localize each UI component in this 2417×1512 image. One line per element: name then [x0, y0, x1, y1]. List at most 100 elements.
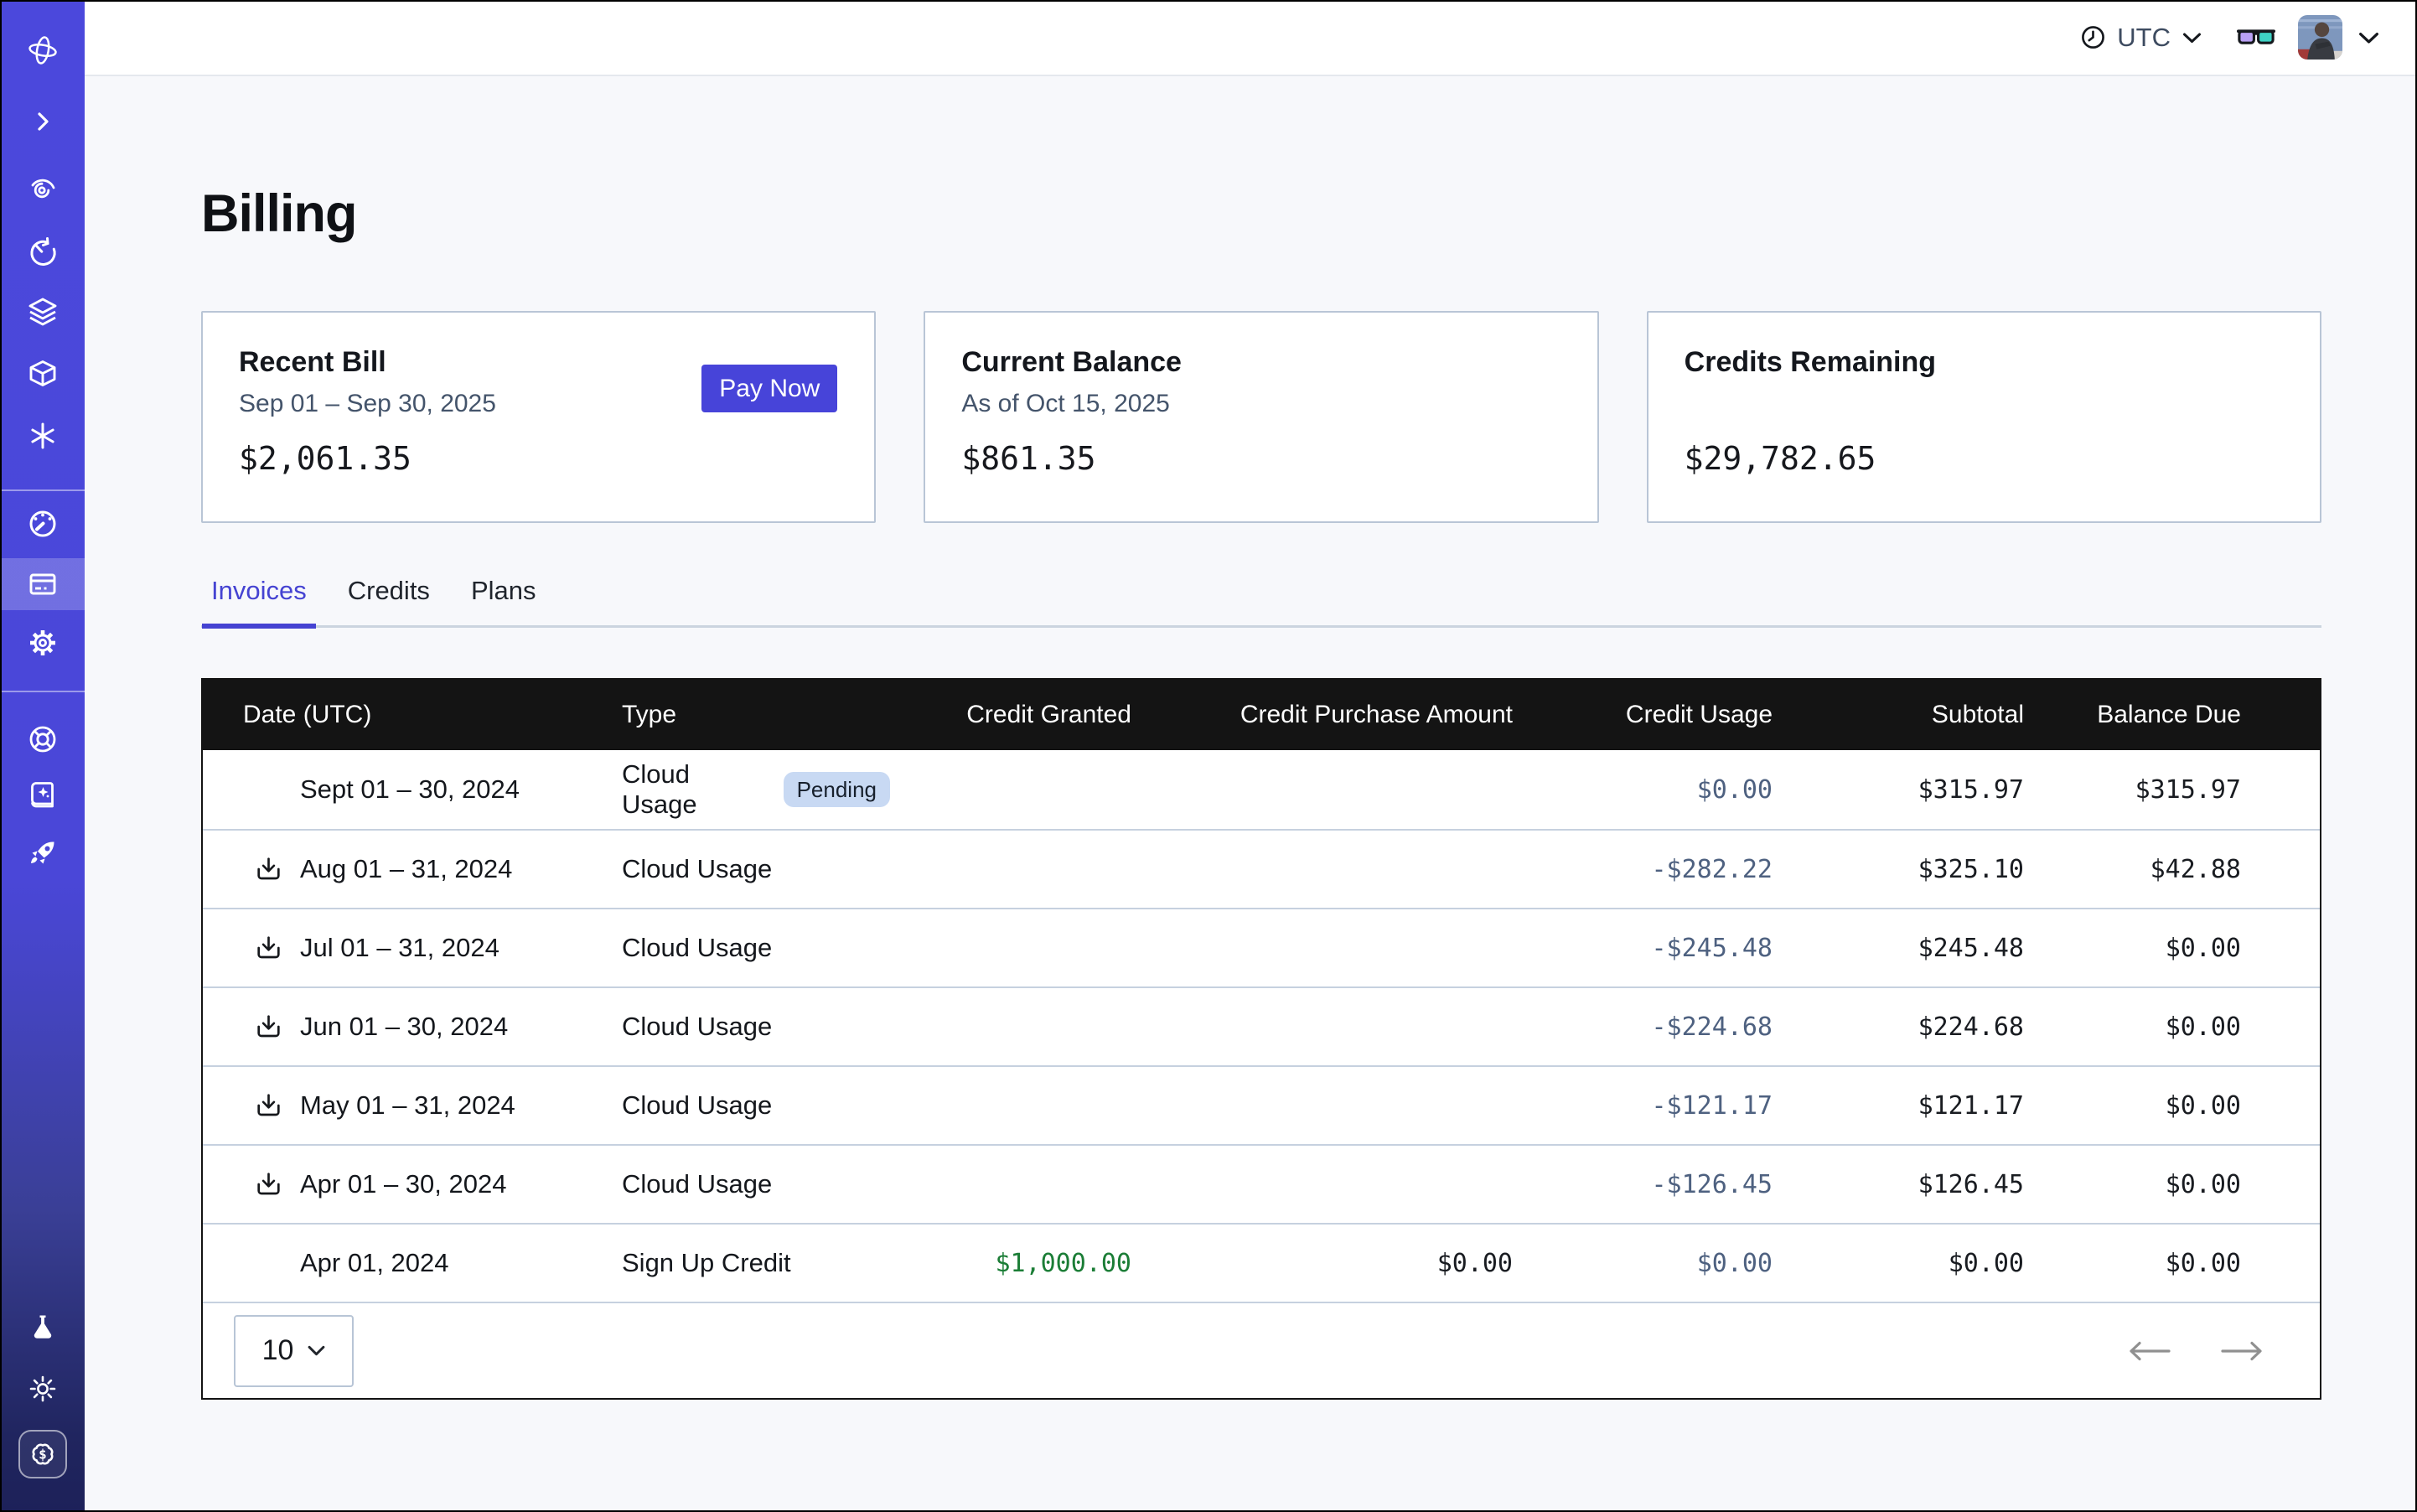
clock-icon — [2080, 24, 2106, 50]
insights-icon[interactable] — [0, 170, 85, 207]
invoice-date: Apr 01, 2024 — [300, 1248, 449, 1278]
balance-due-value: $315.97 — [2024, 775, 2241, 805]
recent-bill-amount: $2,061.35 — [239, 440, 838, 477]
column-header-credit-granted: Credit Granted — [890, 701, 1131, 729]
subtotal-value: $126.45 — [1773, 1170, 2024, 1199]
invoice-type: Cloud Usage — [622, 1169, 772, 1199]
billing-nav-icon[interactable] — [0, 566, 85, 603]
rocket-icon[interactable] — [0, 835, 85, 872]
support-lifebuoy-icon[interactable] — [0, 721, 85, 758]
credit-usage-value: -$126.45 — [1513, 1170, 1773, 1199]
credit-usage-value: -$245.48 — [1513, 934, 1773, 963]
credit-granted-value: $1,000.00 — [890, 1249, 1131, 1278]
billing-tabs: Invoices Credits Plans — [201, 576, 2321, 628]
settings-gear-icon[interactable] — [0, 624, 85, 661]
theme-sun-icon[interactable] — [0, 1370, 85, 1407]
page-size-select[interactable]: 10 — [234, 1315, 354, 1387]
sidebar-divider — [0, 489, 85, 491]
timezone-label: UTC — [2117, 23, 2171, 53]
invoice-date: Sept 01 – 30, 2024 — [300, 774, 520, 805]
credit-purchase-value: $0.00 — [1131, 1249, 1513, 1278]
sidebar-divider — [0, 691, 85, 692]
card-title: Credits Remaining — [1685, 346, 2284, 379]
download-invoice-icon[interactable] — [253, 1090, 284, 1121]
invoice-row: Sept 01 – 30, 2024 Cloud Usage Pending $… — [203, 750, 2320, 829]
tab-plans[interactable]: Plans — [471, 576, 536, 625]
download-slot — [253, 1090, 300, 1121]
invoice-row: Apr 01 – 30, 2024 Cloud Usage -$126.45 $… — [203, 1144, 2320, 1223]
user-avatar[interactable] — [2298, 15, 2342, 60]
labs-flask-icon[interactable] — [0, 1310, 85, 1347]
timezone-selector[interactable]: UTC — [2080, 23, 2202, 53]
invoice-row: May 01 – 31, 2024 Cloud Usage -$121.17 $… — [203, 1065, 2320, 1144]
column-header-credit-usage: Credit Usage — [1513, 701, 1773, 729]
download-invoice-icon[interactable] — [253, 1169, 284, 1200]
download-slot — [253, 854, 300, 885]
invoice-row: Apr 01, 2024 Sign Up Credit $1,000.00 $0… — [203, 1223, 2320, 1302]
subtotal-value: $121.17 — [1773, 1091, 2024, 1121]
previous-page-button[interactable] — [2125, 1339, 2174, 1364]
asterisk-icon[interactable] — [0, 417, 85, 454]
download-slot — [253, 1169, 300, 1200]
column-header-balance-due: Balance Due — [2024, 701, 2241, 729]
balance-due-value: $0.00 — [2024, 1012, 2241, 1042]
subtotal-value: $325.10 — [1773, 855, 2024, 884]
status-badge: Pending — [784, 772, 890, 807]
recent-bill-card: Recent Bill Sep 01 – Sep 30, 2025 $2,061… — [201, 311, 876, 523]
credits-remaining-amount: $29,782.65 — [1685, 440, 2284, 477]
table-footer: 10 — [203, 1302, 2320, 1398]
current-balance-card: Current Balance As of Oct 15, 2025 $861.… — [924, 311, 1598, 523]
tab-invoices[interactable]: Invoices — [211, 576, 307, 625]
invoice-type: Cloud Usage — [622, 1012, 772, 1042]
column-header-date: Date (UTC) — [203, 701, 580, 729]
invoice-date: Aug 01 – 31, 2024 — [300, 854, 512, 884]
balance-due-value: $0.00 — [2024, 1170, 2241, 1199]
invoices-table: Date (UTC) Type Credit Granted Credit Pu… — [201, 678, 2321, 1400]
column-header-type: Type — [580, 701, 890, 729]
invoice-row: Jul 01 – 31, 2024 Cloud Usage -$245.48 $… — [203, 908, 2320, 986]
reader-glasses-icon[interactable] — [2236, 23, 2276, 51]
page-title: Billing — [201, 184, 356, 244]
download-slot — [253, 933, 300, 964]
main-content: Billing Recent Bill Sep 01 – Sep 30, 202… — [85, 76, 2417, 1512]
invoice-date: May 01 – 31, 2024 — [300, 1090, 515, 1121]
subtotal-value: $245.48 — [1773, 934, 2024, 963]
chevron-down-icon — [2182, 28, 2202, 47]
balance-due-value: $0.00 — [2024, 1249, 2241, 1278]
next-page-button[interactable] — [2218, 1339, 2266, 1364]
card-title: Current Balance — [961, 346, 1560, 379]
invoice-type: Cloud Usage — [622, 933, 772, 963]
download-invoice-icon[interactable] — [253, 933, 284, 964]
card-subtitle — [1685, 390, 2284, 419]
invoice-type: Cloud Usage — [622, 759, 769, 820]
invoice-date: Jun 01 – 30, 2024 — [300, 1012, 508, 1042]
balance-due-value: $42.88 — [2024, 855, 2241, 884]
table-header: Date (UTC) Type Credit Granted Credit Pu… — [203, 680, 2320, 750]
usage-gauge-icon[interactable] — [0, 505, 85, 542]
expand-sidebar-icon[interactable] — [0, 103, 85, 140]
credit-usage-value: $0.00 — [1513, 1249, 1773, 1278]
credits-remaining-card: Credits Remaining $29,782.65 — [1647, 311, 2321, 523]
pay-now-button[interactable]: Pay Now — [701, 365, 837, 412]
sandbox-cube-icon[interactable] — [0, 356, 85, 393]
svg-text:$: $ — [39, 1447, 47, 1463]
layers-icon[interactable] — [0, 293, 85, 330]
invoice-type: Sign Up Credit — [622, 1248, 791, 1278]
invoice-row: Aug 01 – 31, 2024 Cloud Usage -$282.22 $… — [203, 829, 2320, 908]
account-menu-chevron-icon[interactable] — [2357, 28, 2380, 48]
download-slot — [253, 1012, 300, 1043]
summary-cards: Recent Bill Sep 01 – Sep 30, 2025 $2,061… — [201, 311, 2321, 523]
credits-dollar-badge-icon[interactable]: $ — [0, 1430, 85, 1478]
credit-usage-value: $0.00 — [1513, 775, 1773, 805]
history-timer-icon[interactable] — [0, 235, 85, 272]
subtotal-value: $315.97 — [1773, 775, 2024, 805]
download-invoice-icon[interactable] — [253, 854, 284, 885]
tab-credits[interactable]: Credits — [348, 576, 430, 625]
invoice-date: Jul 01 – 31, 2024 — [300, 933, 499, 963]
download-invoice-icon[interactable] — [253, 1012, 284, 1043]
card-as-of-date: As of Oct 15, 2025 — [961, 390, 1560, 419]
docs-book-icon[interactable] — [0, 778, 85, 815]
invoice-type: Cloud Usage — [622, 854, 772, 884]
app-logo-icon[interactable] — [0, 32, 85, 69]
table-body: Sept 01 – 30, 2024 Cloud Usage Pending $… — [203, 750, 2320, 1302]
